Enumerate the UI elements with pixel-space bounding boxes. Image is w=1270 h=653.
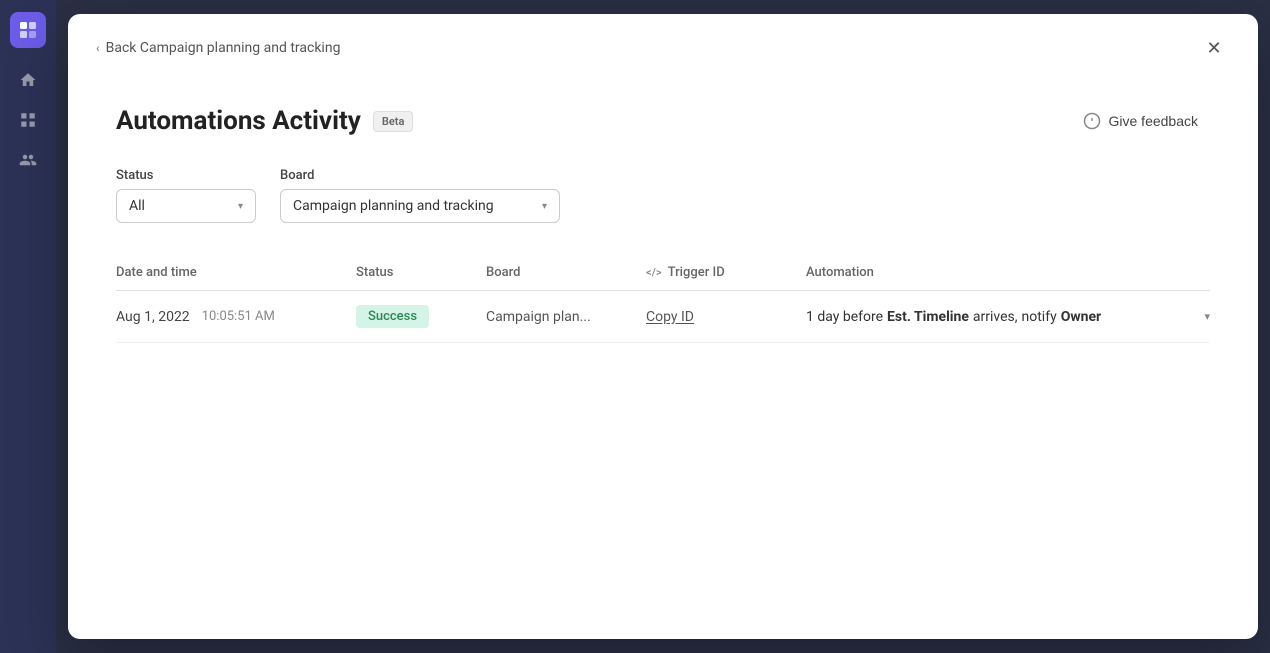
board-filter-group: Board Campaign planning and tracking ▾ xyxy=(280,168,560,223)
automation-text-5: Owner xyxy=(1061,309,1101,325)
sidebar-users-icon[interactable] xyxy=(12,144,44,176)
board-filter-value: Campaign planning and tracking xyxy=(293,198,494,214)
col-header-trigger: </> Trigger ID xyxy=(646,265,806,280)
modal-content: Automations Activity Beta Give feedback … xyxy=(68,78,1258,371)
trigger-code-icon: </> xyxy=(646,266,662,279)
col-header-status: Status xyxy=(356,265,486,280)
back-link[interactable]: ‹ Back Campaign planning and tracking xyxy=(96,40,340,56)
status-cell: Success xyxy=(356,305,486,328)
back-chevron-icon: ‹ xyxy=(96,41,100,55)
board-filter-select[interactable]: Campaign planning and tracking ▾ xyxy=(280,189,560,223)
status-chevron-icon: ▾ xyxy=(238,201,243,212)
activity-table: Date and time Status Board </> Trigger I… xyxy=(116,255,1210,343)
give-feedback-label: Give feedback xyxy=(1109,113,1199,129)
col-header-date: Date and time xyxy=(116,265,356,280)
page-title: Automations Activity xyxy=(116,106,361,136)
status-filter-value: All xyxy=(129,198,145,214)
date-cell: Aug 1, 2022 10:05:51 AM xyxy=(116,309,356,325)
board-chevron-icon: ▾ xyxy=(542,201,547,212)
feedback-icon xyxy=(1083,112,1101,130)
filters-row: Status All ▾ Board Campaign planning and… xyxy=(116,168,1210,223)
give-feedback-button[interactable]: Give feedback xyxy=(1071,106,1211,136)
modal-header: ‹ Back Campaign planning and tracking ✕ xyxy=(68,14,1258,78)
close-icon: ✕ xyxy=(1206,38,1221,59)
board-cell: Campaign plan... xyxy=(486,309,646,325)
modal: ‹ Back Campaign planning and tracking ✕ … xyxy=(68,14,1258,639)
back-link-text: Back Campaign planning and tracking xyxy=(106,40,341,56)
trigger-id-cell[interactable]: Copy ID xyxy=(646,309,806,325)
automation-text-1: 1 day before xyxy=(806,309,883,325)
status-badge: Success xyxy=(356,305,429,328)
automation-expand-icon[interactable]: ▾ xyxy=(1204,310,1210,323)
board-filter-label: Board xyxy=(280,168,560,183)
back-label: Back xyxy=(106,40,137,56)
status-filter-label: Status xyxy=(116,168,256,183)
automation-text-3: arrives, xyxy=(973,309,1018,325)
sidebar-logo[interactable] xyxy=(10,12,46,48)
status-filter-select[interactable]: All ▾ xyxy=(116,189,256,223)
automation-cell: 1 day before Est. Timeline arrives, noti… xyxy=(806,309,1210,325)
col-header-automation: Automation xyxy=(806,265,1210,280)
status-filter-group: Status All ▾ xyxy=(116,168,256,223)
table-header: Date and time Status Board </> Trigger I… xyxy=(116,255,1210,291)
sidebar-home-icon[interactable] xyxy=(12,64,44,96)
date-value: Aug 1, 2022 xyxy=(116,309,190,325)
table-row: Aug 1, 2022 10:05:51 AM Success Campaign… xyxy=(116,291,1210,343)
page-title-row: Automations Activity Beta Give feedback xyxy=(116,106,1210,136)
sidebar-grid-icon[interactable] xyxy=(12,104,44,136)
time-value: 10:05:51 AM xyxy=(202,309,275,324)
beta-badge: Beta xyxy=(373,111,414,132)
modal-overlay: ‹ Back Campaign planning and tracking ✕ … xyxy=(56,0,1270,653)
col-header-board: Board xyxy=(486,265,646,280)
page-title-left: Automations Activity Beta xyxy=(116,106,413,136)
close-button[interactable]: ✕ xyxy=(1198,32,1230,64)
sidebar xyxy=(0,0,56,653)
automation-text-4: notify xyxy=(1022,309,1057,325)
automation-text-2: Est. Timeline xyxy=(887,309,969,325)
automation-text: 1 day before Est. Timeline arrives, noti… xyxy=(806,309,1101,325)
back-page: Campaign planning and tracking xyxy=(140,40,341,56)
